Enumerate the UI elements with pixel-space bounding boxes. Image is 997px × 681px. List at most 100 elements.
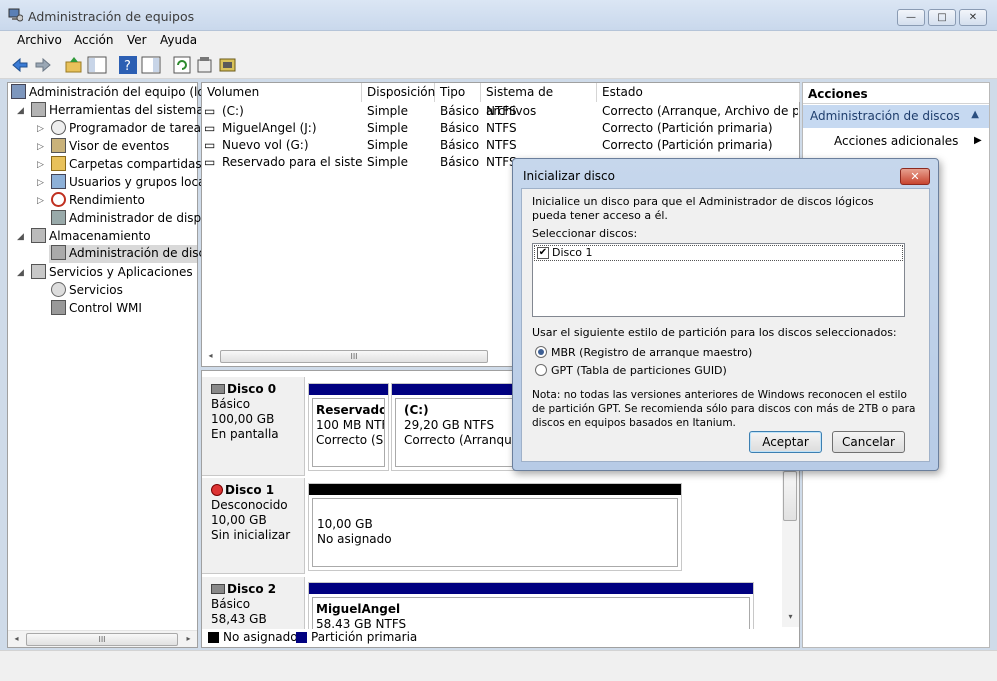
expand-toggle-icon[interactable]: ▷	[37, 160, 44, 170]
forward-icon[interactable]	[33, 55, 53, 75]
partition-unallocated[interactable]: 10,00 GB No asignado	[308, 483, 682, 571]
partition-body: 10,00 GB No asignado	[312, 498, 678, 567]
partition-name: MiguelAngel	[316, 602, 401, 616]
accept-button[interactable]: Aceptar	[749, 431, 822, 453]
collapse-up-icon[interactable]: ▲	[971, 109, 979, 120]
tree-services[interactable]: Servicios	[51, 282, 123, 300]
tree-local-users[interactable]: Usuarios y grupos locale	[51, 174, 216, 192]
expand-toggle-icon[interactable]: ▷	[37, 124, 44, 134]
maximize-button[interactable]: □	[928, 9, 956, 26]
tree-root[interactable]: Administración del equipo (loc	[11, 84, 211, 102]
col-volumen[interactable]: Volumen	[202, 83, 362, 102]
menu-ver[interactable]: Ver	[127, 33, 147, 47]
disk-type: Desconocido	[211, 498, 288, 512]
expand-toggle-icon[interactable]: ▷	[37, 142, 44, 152]
gear-icon	[51, 282, 66, 297]
col-sistema-archivos[interactable]: Sistema de archivos	[481, 83, 597, 118]
gpt-option[interactable]: GPT (Tabla de particiones GUID)	[535, 364, 727, 378]
gpt-note: Nota: no todas las versiones anteriores …	[532, 389, 916, 429]
disk-0-label[interactable]: Disco 0 Básico 100,00 GB En pantalla	[202, 377, 305, 476]
menu-ayuda[interactable]: Ayuda	[160, 33, 197, 47]
mbr-option[interactable]: MBR (Registro de arranque maestro)	[535, 346, 752, 360]
shared-folder-icon	[51, 156, 66, 171]
col-disposicion[interactable]: Disposición	[362, 83, 435, 102]
disk-1-label[interactable]: Disco 1 Desconocido 10,00 GB Sin inicial…	[202, 478, 305, 574]
disk-settings-icon[interactable]	[218, 55, 238, 75]
dialog-intro: Inicialice un disco para que el Administ…	[532, 195, 874, 222]
tools-icon	[31, 102, 46, 117]
disk-item-label: Disco 1	[552, 246, 593, 259]
window-title: Administración de equipos	[28, 9, 195, 24]
scroll-thumb[interactable]	[783, 471, 797, 521]
disk-error-icon	[211, 484, 223, 496]
tree-services-apps[interactable]: Servicios y Aplicaciones	[31, 264, 193, 282]
disk-checkbox[interactable]: ✔	[537, 247, 549, 259]
collapse-toggle-icon[interactable]: ◢	[17, 106, 24, 116]
tree-services-apps-label: Servicios y Aplicaciones	[49, 265, 193, 279]
toolbar: ?	[0, 51, 997, 79]
tree-system-tools[interactable]: Herramientas del sistema	[31, 102, 204, 120]
close-button[interactable]: ✕	[959, 9, 987, 26]
scroll-thumb[interactable]: III	[26, 633, 178, 646]
actions-more[interactable]: Acciones adicionales	[834, 134, 958, 148]
expand-toggle-icon[interactable]: ◢	[17, 268, 24, 278]
minimize-button[interactable]: —	[897, 9, 925, 26]
col-estado[interactable]: Estado	[597, 83, 800, 102]
drive-icon: ▭	[204, 138, 216, 152]
show-hide-action-pane-icon[interactable]	[141, 55, 161, 75]
partition-reserved[interactable]: Reservado p 100 MB NTFS Correcto (Sis	[308, 383, 389, 471]
col-tipo[interactable]: Tipo	[435, 83, 481, 102]
expand-toggle-icon[interactable]: ▷	[37, 196, 44, 206]
tree-task-scheduler[interactable]: Programador de tareas	[51, 120, 207, 138]
show-hide-tree-icon[interactable]	[87, 55, 107, 75]
partition-name: (C:)	[404, 403, 429, 417]
disk-status: Sin inicializar	[211, 528, 291, 542]
gpt-radio[interactable]	[535, 364, 547, 376]
computer-management-icon	[11, 84, 26, 99]
disk-name: Disco 1	[225, 483, 275, 497]
refresh-icon[interactable]	[172, 55, 192, 75]
cancel-button[interactable]: Cancelar	[832, 431, 905, 453]
scroll-right-icon[interactable]: ▸	[180, 631, 197, 647]
scroll-down-icon[interactable]: ▾	[782, 609, 799, 625]
back-icon[interactable]	[10, 55, 30, 75]
volume-type: Básico	[440, 121, 480, 135]
scroll-thumb[interactable]: III	[220, 350, 488, 363]
help-icon[interactable]: ?	[118, 55, 138, 75]
legend-primary-swatch	[296, 632, 307, 643]
wmi-icon	[51, 300, 66, 315]
tree-root-label: Administración del equipo (loc	[29, 85, 212, 99]
tree-device-manager[interactable]: Administrador de dispo	[51, 210, 209, 228]
initialize-disk-dialog: Inicializar disco ✕ Inicialice un disco …	[512, 158, 939, 471]
performance-icon	[51, 192, 66, 207]
partition-bar	[309, 583, 753, 594]
tree-hscrollbar[interactable]: ◂ III ▸	[8, 630, 197, 647]
disk-icon	[211, 384, 225, 394]
scroll-left-icon[interactable]: ◂	[202, 348, 219, 364]
actions-header: Acciones	[803, 83, 989, 104]
scroll-left-icon[interactable]: ◂	[8, 631, 25, 647]
disk-listbox[interactable]: ✔ Disco 1	[532, 243, 905, 317]
collapse-toggle-icon[interactable]: ◢	[17, 232, 24, 242]
actions-disk-management[interactable]: Administración de discos ▲	[803, 105, 989, 128]
volume-name: (C:)	[222, 104, 244, 118]
mbr-radio[interactable]	[535, 346, 547, 358]
tree-disk-management[interactable]: Administración de disco	[49, 245, 212, 263]
tree-event-viewer[interactable]: Visor de eventos	[51, 138, 169, 156]
dialog-close-button[interactable]: ✕	[900, 168, 930, 185]
menu-accion[interactable]: Acción	[74, 33, 113, 47]
tree-storage[interactable]: Almacenamiento	[31, 228, 151, 246]
expand-toggle-icon[interactable]: ▷	[37, 178, 44, 188]
volume-fs: NTFS	[486, 121, 517, 135]
up-folder-icon[interactable]	[64, 55, 84, 75]
users-icon	[51, 174, 66, 189]
disk-size: 58,43 GB	[211, 612, 267, 626]
properties-icon[interactable]	[195, 55, 215, 75]
menu-archivo[interactable]: Archivo	[17, 33, 62, 47]
tree-performance[interactable]: Rendimiento	[51, 192, 145, 210]
list-item[interactable]: ✔ Disco 1	[534, 245, 903, 261]
tree-wmi-label: Control WMI	[69, 301, 142, 315]
tree-wmi[interactable]: Control WMI	[51, 300, 142, 318]
tree-shared-folders[interactable]: Carpetas compartidas	[51, 156, 202, 174]
disk-name: Disco 0	[227, 382, 277, 396]
